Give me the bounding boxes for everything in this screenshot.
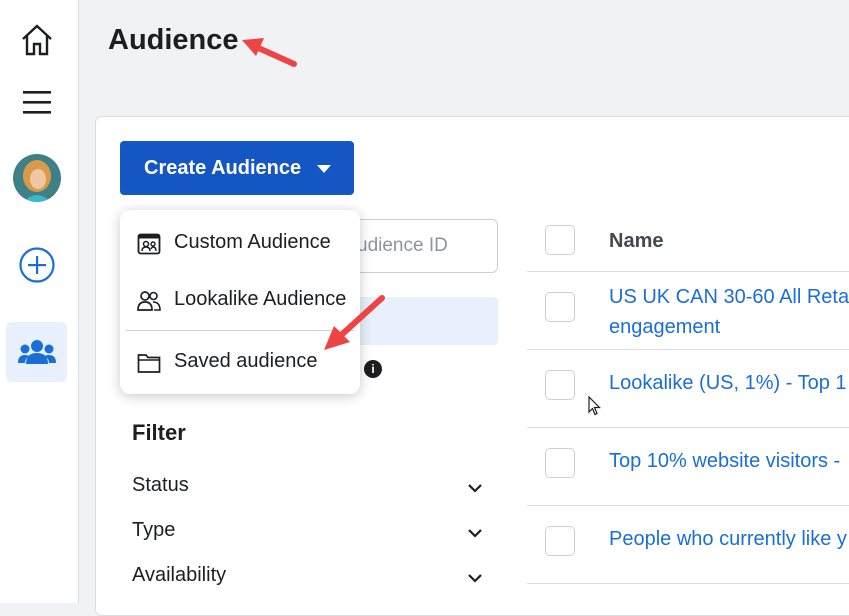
filter-title: Filter: [132, 420, 186, 445]
plus-circle-icon: [18, 247, 55, 283]
table-row[interactable]: US UK CAN 30-60 All Reta engagement: [527, 272, 849, 350]
caret-down-icon: [317, 165, 331, 173]
menu-item-custom-audience[interactable]: Custom Audience: [120, 218, 360, 268]
home-icon: [21, 24, 52, 56]
audience-name-link[interactable]: US UK CAN 30-60 All Reta: [609, 282, 849, 312]
chevron-down-icon: [468, 529, 482, 538]
filter-label: Status: [132, 474, 189, 496]
menu-button[interactable]: [6, 72, 67, 132]
audience-name-link-cont[interactable]: engagement: [609, 312, 849, 342]
row-checkbox[interactable]: [545, 292, 575, 322]
lookalike-icon: [137, 291, 161, 311]
menu-icon: [22, 91, 51, 114]
page-title: Audience: [108, 24, 239, 56]
audience-icon: [17, 340, 56, 364]
column-header-name: Name: [609, 230, 664, 252]
row-checkbox[interactable]: [545, 448, 575, 478]
create-audience-label: Create Audience: [144, 156, 302, 179]
chevron-down-icon: [468, 484, 482, 493]
table-row[interactable]: People who currently like y: [527, 506, 849, 584]
create-button-sidebar[interactable]: [6, 235, 67, 295]
create-audience-button[interactable]: Create Audience: [120, 141, 354, 195]
folder-icon: [137, 354, 161, 373]
chevron-down-icon: [468, 574, 482, 583]
mouse-cursor-icon: [588, 396, 601, 416]
filter-label: Type: [132, 519, 176, 541]
custom-audience-icon: [137, 233, 161, 255]
annotation-arrow-icon: [242, 38, 297, 67]
table-header: Name: [527, 210, 849, 272]
audience-name-link[interactable]: People who currently like y: [609, 524, 849, 554]
table-row[interactable]: Lookalike (US, 1%) - Top 1: [527, 350, 849, 428]
info-icon[interactable]: i: [364, 360, 382, 378]
filter-availability[interactable]: Availability: [132, 564, 487, 594]
menu-item-label: Saved audience: [174, 350, 318, 372]
sidebar-item-audience[interactable]: [6, 322, 67, 382]
filter-status[interactable]: Status: [132, 474, 487, 504]
home-button[interactable]: [6, 10, 67, 70]
menu-item-label: Custom Audience: [174, 231, 331, 253]
filter-type[interactable]: Type: [132, 519, 487, 549]
row-checkbox[interactable]: [545, 370, 575, 400]
table-row[interactable]: Top 10% website visitors -: [527, 428, 849, 506]
annotation-arrow-icon: [324, 295, 385, 350]
profile-button[interactable]: [6, 148, 67, 208]
audience-name-link[interactable]: Top 10% website visitors -: [609, 446, 849, 476]
left-sidebar: [0, 0, 79, 603]
filter-label: Availability: [132, 564, 227, 586]
select-all-checkbox[interactable]: [545, 225, 575, 255]
avatar: [12, 154, 61, 202]
row-checkbox[interactable]: [545, 526, 575, 556]
audience-name-link[interactable]: Lookalike (US, 1%) - Top 1: [609, 368, 849, 398]
search-placeholder: udience ID: [357, 235, 448, 256]
